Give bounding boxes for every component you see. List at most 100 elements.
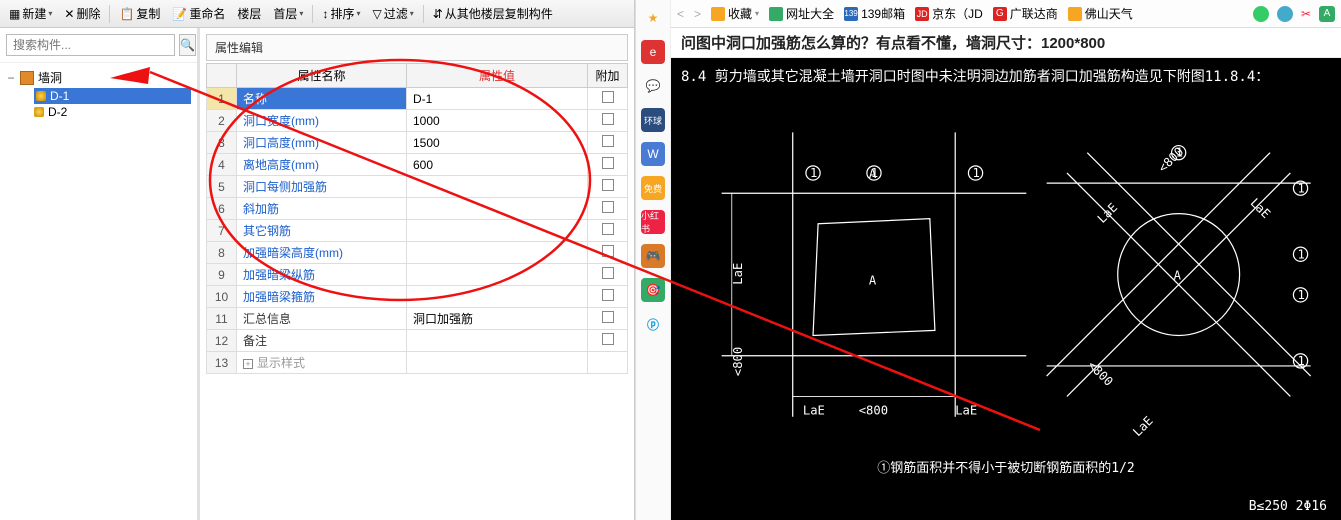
word-icon[interactable]: W	[641, 142, 665, 166]
prop-value-cell[interactable]	[407, 220, 588, 242]
glodon-label: 广联达商	[1010, 5, 1058, 22]
copy-button[interactable]: 📋 复制	[114, 2, 165, 25]
checkbox[interactable]	[602, 223, 614, 235]
prop-value-cell[interactable]: 1500	[407, 132, 588, 154]
weibo-icon[interactable]: e	[641, 40, 665, 64]
prop-name: 其它钢筋	[243, 224, 291, 238]
first-floor-dropdown[interactable]: 首层 ▾	[268, 2, 308, 25]
cad-svg: A A 1 1 1 LaE <800 LaE <800 LaE	[681, 94, 1331, 516]
prop-value-cell[interactable]	[407, 330, 588, 352]
scissors-icon[interactable]: ✂	[1301, 7, 1311, 21]
chevron-down-icon: ▾	[755, 9, 759, 18]
prop-extra-cell[interactable]	[588, 176, 628, 198]
nav-forward-button[interactable]: >	[694, 7, 701, 21]
prop-extra-cell[interactable]	[588, 198, 628, 220]
prop-value-cell[interactable]: 1000	[407, 110, 588, 132]
expand-icon[interactable]: +	[243, 359, 253, 369]
sort-button[interactable]: ↕ 排序 ▾	[317, 2, 365, 25]
prop-value-cell[interactable]: 600	[407, 154, 588, 176]
prop-extra-cell[interactable]	[588, 132, 628, 154]
property-row[interactable]: 9加强暗梁纵筋	[207, 264, 628, 286]
property-row[interactable]: 2洞口宽度(mm)1000	[207, 110, 628, 132]
prop-extra-cell[interactable]	[588, 110, 628, 132]
jd-link[interactable]: JD京东（JD	[915, 5, 983, 22]
property-row[interactable]: 13+显示样式	[207, 352, 628, 374]
new-button[interactable]: ▦ 新建 ▾	[4, 2, 57, 25]
glodon-link[interactable]: G广联达商	[993, 5, 1058, 22]
property-row[interactable]: 8加强暗梁高度(mm)	[207, 242, 628, 264]
sites-label: 网址大全	[786, 5, 834, 22]
prop-extra-cell[interactable]	[588, 264, 628, 286]
floor-dropdown[interactable]: 楼层	[232, 2, 266, 25]
favorite-icon[interactable]: ★	[641, 6, 665, 30]
property-row[interactable]: 10加强暗梁箍筋	[207, 286, 628, 308]
prop-name: 汇总信息	[243, 312, 291, 326]
property-row[interactable]: 12备注	[207, 330, 628, 352]
collapse-icon: −	[6, 71, 16, 85]
property-row[interactable]: 6斜加筋	[207, 198, 628, 220]
checkbox[interactable]	[602, 91, 614, 103]
prop-value-cell[interactable]	[407, 264, 588, 286]
checkbox[interactable]	[602, 157, 614, 169]
sites-link[interactable]: 网址大全	[769, 5, 834, 22]
prop-value-cell[interactable]	[407, 176, 588, 198]
pp-icon[interactable]: ⓟ	[641, 312, 665, 336]
nav-back-button[interactable]: <	[677, 7, 684, 21]
prop-value-cell[interactable]	[407, 198, 588, 220]
search-input[interactable]	[6, 34, 175, 56]
ext-icon-2[interactable]	[1277, 6, 1293, 22]
chat-icon[interactable]: 💬	[641, 74, 665, 98]
checkbox[interactable]	[602, 179, 614, 191]
tree-item-d1[interactable]: D-1	[34, 88, 191, 104]
property-row[interactable]: 1名称D-1	[207, 88, 628, 110]
prop-value-cell[interactable]: D-1	[407, 88, 588, 110]
game2-icon[interactable]: 🎯	[641, 278, 665, 302]
prop-value-cell[interactable]	[407, 286, 588, 308]
checkbox[interactable]	[602, 113, 614, 125]
property-row[interactable]: 11 汇总信息 洞口加强筋	[207, 308, 628, 330]
prop-extra-cell[interactable]	[588, 220, 628, 242]
property-row[interactable]: 7其它钢筋	[207, 220, 628, 242]
prop-extra-cell[interactable]	[588, 352, 628, 374]
row-number: 11	[207, 308, 237, 330]
prop-extra-cell[interactable]	[588, 154, 628, 176]
checkbox[interactable]	[602, 135, 614, 147]
copy-from-label: 从其他楼层复制构件	[445, 5, 553, 22]
checkbox[interactable]	[602, 201, 614, 213]
prop-extra-cell[interactable]	[588, 286, 628, 308]
prop-extra-header: 附加	[588, 64, 628, 88]
mail139-link[interactable]: 139139邮箱	[844, 5, 905, 22]
checkbox[interactable]	[602, 245, 614, 257]
prop-value-cell[interactable]: 洞口加强筋	[407, 308, 588, 330]
rename-button[interactable]: 📝 重命名	[167, 2, 230, 25]
prop-extra-cell[interactable]	[588, 308, 628, 330]
novel-icon[interactable]: 免费	[641, 176, 665, 200]
prop-value-cell[interactable]	[407, 242, 588, 264]
tree-item-d2[interactable]: D-2	[34, 104, 191, 120]
search-button[interactable]: 🔍	[179, 34, 196, 56]
ext-icon-3[interactable]: A	[1319, 6, 1335, 22]
prop-extra-cell[interactable]	[588, 330, 628, 352]
delete-button[interactable]: ✕ 删除	[59, 2, 105, 25]
ext-icon-1[interactable]	[1253, 6, 1269, 22]
component-icon	[34, 107, 44, 117]
prop-extra-cell[interactable]	[588, 242, 628, 264]
prop-extra-cell[interactable]	[588, 88, 628, 110]
game1-icon[interactable]: 🎮	[641, 244, 665, 268]
weather-link[interactable]: 佛山天气	[1068, 5, 1133, 22]
prop-value-cell[interactable]	[407, 352, 588, 374]
tree-root-wall-hole[interactable]: − 墙洞	[6, 67, 191, 88]
checkbox[interactable]	[602, 311, 614, 323]
app-icon[interactable]: 环球	[641, 108, 665, 132]
copy-from-floor-button[interactable]: ⇵ 从其他楼层复制构件	[428, 2, 558, 25]
checkbox[interactable]	[602, 289, 614, 301]
checkbox[interactable]	[602, 333, 614, 345]
filter-button[interactable]: ▽ 过滤 ▾	[367, 2, 418, 25]
xiaohongshu-icon[interactable]: 小红书	[641, 210, 665, 234]
property-row[interactable]: 5洞口每侧加强筋	[207, 176, 628, 198]
checkbox[interactable]	[602, 267, 614, 279]
page-title: 问图中洞口加强筋怎么算的？有点看不懂，墙洞尺寸：1200*800	[671, 28, 1341, 58]
property-row[interactable]: 3洞口高度(mm)1500	[207, 132, 628, 154]
property-row[interactable]: 4离地高度(mm)600	[207, 154, 628, 176]
favorites-button[interactable]: 收藏 ▾	[711, 5, 759, 22]
